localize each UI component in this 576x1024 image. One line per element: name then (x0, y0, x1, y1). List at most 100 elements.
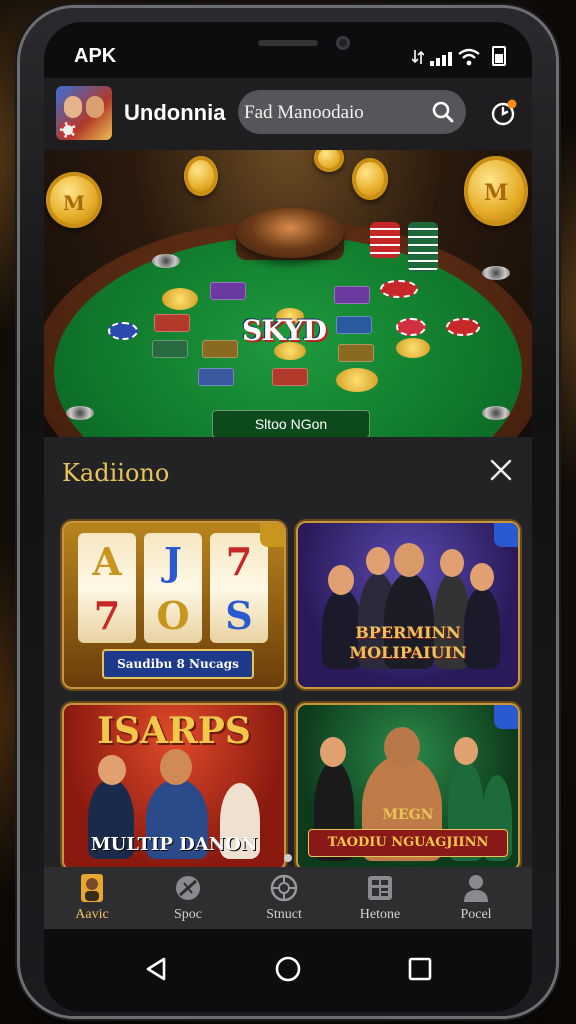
coin-label: M (483, 179, 509, 206)
star-badge-icon[interactable] (494, 705, 518, 729)
tab-aavic[interactable]: Aavic (44, 867, 140, 929)
dealer-face (440, 549, 464, 577)
tab-stnuct[interactable]: Stnuct (236, 867, 332, 929)
gold-coin: M (464, 156, 528, 226)
tab-label: Aavic (75, 907, 109, 922)
app-header: Undonnia Fad Manoodaio (44, 78, 532, 150)
battery-icon (492, 46, 506, 66)
casino-chip (162, 288, 198, 310)
slot-symbol: A (92, 539, 122, 584)
game-card-title: Saudibu 8 Nucags (102, 649, 254, 679)
slot-symbol: J (164, 539, 182, 584)
dealer-face (328, 565, 354, 595)
game-card-title: BPERMINN MOLIPAIUIN (349, 623, 467, 662)
bet-tile (338, 344, 374, 362)
bet-tile (272, 368, 308, 386)
avatar-icon (81, 874, 103, 902)
star-badge-icon[interactable] (494, 523, 518, 547)
back-icon[interactable] (134, 947, 178, 991)
front-camera (336, 36, 350, 50)
gold-coin (314, 150, 344, 172)
home-icon[interactable] (266, 947, 310, 991)
search-icon[interactable] (432, 101, 454, 123)
casino-chip (396, 318, 426, 336)
slot-symbol: 7 (93, 593, 121, 638)
casino-chip (446, 318, 480, 336)
favorite-badge-icon[interactable] (260, 523, 284, 547)
game-card-multiplier[interactable]: ISARPS MULTIP DANON (64, 705, 284, 869)
panel-title: Kadiiono (62, 459, 170, 487)
slot-symbol: 7 (225, 539, 253, 584)
profile-icon (464, 875, 488, 902)
games-panel: Kadiiono A J 7 7 O S Saudibu 8 Nucags BP… (44, 437, 532, 869)
bottom-tab-bar: Aavic Spoc Stnuct Hetone Pocel (44, 867, 532, 929)
table-cup (482, 266, 510, 280)
chip-stack-green (408, 222, 438, 272)
casino-chip (396, 338, 430, 358)
brand-title: Undonnia (124, 100, 226, 125)
search-input[interactable]: Fad Manoodaio (244, 102, 364, 124)
game-card-slots[interactable]: A J 7 7 O S Saudibu 8 Nucags (64, 523, 284, 687)
tab-label: Hetone (359, 907, 401, 922)
bet-tile (154, 314, 190, 332)
app-screen: APK Undonnia Fad Manoodaio M M SKYD Slto… (44, 22, 532, 1012)
recents-icon[interactable] (398, 947, 442, 991)
game-card-title: MULTIP DANON (90, 834, 258, 855)
dealer-face (366, 547, 390, 575)
tab-pocel[interactable]: Pocel (428, 867, 524, 929)
hero-center-logo: SKYD (242, 314, 327, 347)
bet-tile (198, 368, 234, 386)
app-logo[interactable] (56, 86, 112, 140)
coin-label: M (62, 191, 86, 216)
status-bar: APK (44, 22, 532, 78)
gold-coin: M (46, 172, 102, 228)
player-face (320, 737, 346, 767)
game-card-tournament[interactable]: MEGN TAODIU NGUAGJIINN (298, 705, 518, 869)
bet-tile (210, 282, 246, 300)
timer-notification-icon[interactable] (490, 99, 518, 127)
player-face (98, 755, 126, 785)
bet-tile (336, 316, 372, 334)
gold-coin (184, 156, 218, 196)
table-cup (66, 406, 94, 420)
casino-chip (108, 322, 138, 340)
bet-tile (152, 340, 188, 358)
table-cup (482, 406, 510, 420)
search-bar[interactable]: Fad Manoodaio (238, 90, 466, 134)
tab-spoc[interactable]: Spoc (140, 867, 236, 929)
bet-tile (334, 286, 370, 304)
gold-coin (352, 158, 388, 200)
dealer-face (394, 543, 424, 577)
table-cup (152, 254, 180, 268)
hero-banner[interactable]: M M SKYD Sltoo NGon (44, 150, 532, 437)
page-indicator-dot (284, 854, 292, 862)
close-icon[interactable] (490, 459, 512, 481)
tab-label: Pocel (460, 907, 492, 922)
player-face (454, 737, 478, 765)
casino-chip (380, 280, 418, 298)
grid-icon (368, 876, 392, 900)
tab-label: Stnuct (266, 907, 302, 922)
player-face (384, 727, 420, 767)
slot-symbol: S (225, 593, 253, 638)
tab-hetone[interactable]: Hetone (332, 867, 428, 929)
wifi-icon (458, 48, 480, 66)
chip-stack-red (370, 222, 400, 258)
status-icons (412, 46, 506, 66)
slot-symbol: O (156, 593, 190, 638)
sports-icon (176, 876, 200, 900)
signal-icon (430, 52, 452, 66)
game-card-headline: MEGN (382, 807, 434, 823)
carrier-label: APK (74, 45, 117, 67)
system-navigation-bar (44, 929, 532, 1012)
game-card-live[interactable]: BPERMINN MOLIPAIUIN (298, 523, 518, 687)
tab-label: Spoc (174, 907, 202, 922)
dealer-face (470, 563, 494, 591)
casino-chip (336, 368, 378, 392)
compass-icon (270, 874, 298, 902)
player-face (160, 749, 192, 785)
data-transfer-icon (412, 50, 424, 64)
bet-tile (202, 340, 238, 358)
hero-table-label: Sltoo NGon (212, 410, 370, 437)
game-card-title: TAODIU NGUAGJIINN (308, 829, 508, 857)
